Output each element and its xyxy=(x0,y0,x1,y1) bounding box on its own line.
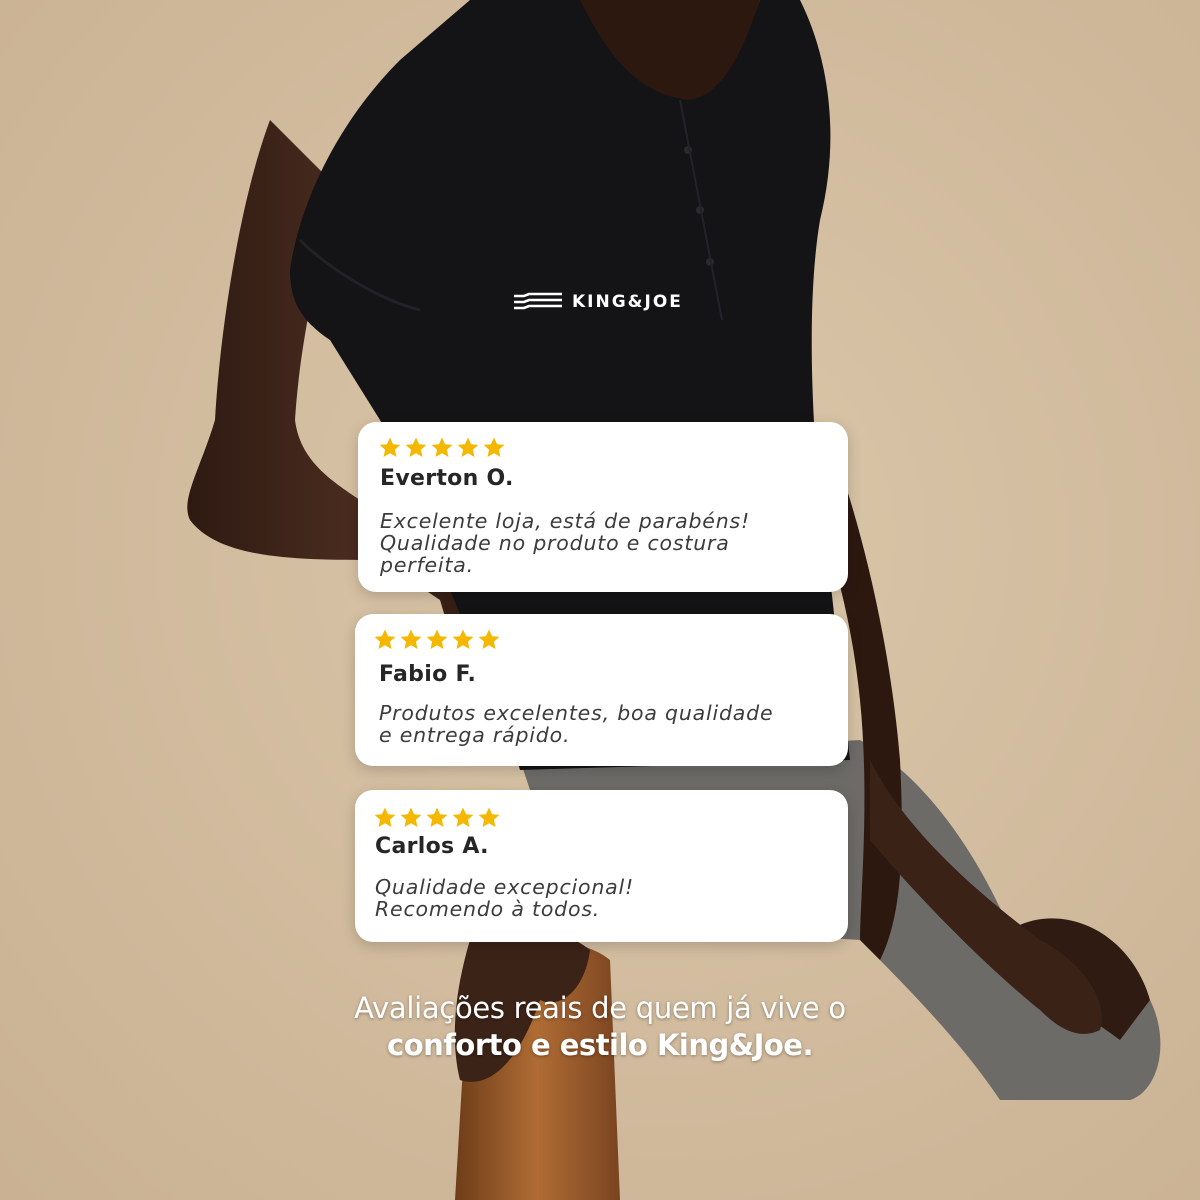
star-icon xyxy=(374,629,396,649)
star-rating xyxy=(378,436,506,460)
star-icon xyxy=(426,629,448,649)
star-icon xyxy=(374,807,396,827)
star-icon xyxy=(457,437,479,457)
star-icon xyxy=(431,437,453,457)
star-icon xyxy=(400,629,422,649)
star-icon xyxy=(478,629,500,649)
star-icon xyxy=(478,807,500,827)
star-icon xyxy=(379,437,401,457)
review-text: Produtos excelentes, boa qualidade e ent… xyxy=(379,701,774,747)
star-rating xyxy=(373,628,501,652)
review-card: Fabio F. Produtos excelentes, boa qualid… xyxy=(355,614,848,766)
review-card: Carlos A. Qualidade excepcional! Recomen… xyxy=(355,790,848,942)
star-icon xyxy=(405,437,427,457)
star-icon xyxy=(400,807,422,827)
tagline-line-1: Avaliações reais de quem já vive o xyxy=(354,991,846,1025)
review-card: Everton O. Excelente loja, está de parab… xyxy=(358,422,848,592)
waves-logo-icon xyxy=(514,292,562,310)
tagline: Avaliações reais de quem já vive o confo… xyxy=(0,990,1200,1064)
brand-logo-text: KING&JOE xyxy=(572,292,683,312)
star-icon xyxy=(452,807,474,827)
star-icon xyxy=(426,807,448,827)
reviewer-name: Fabio F. xyxy=(379,662,477,687)
star-rating xyxy=(373,806,501,830)
tagline-line-2: conforto e estilo King&Joe. xyxy=(387,1028,813,1062)
star-icon xyxy=(452,629,474,649)
review-text: Qualidade excepcional! Recomendo à todos… xyxy=(375,875,635,921)
brand-logo: KING&JOE xyxy=(512,288,683,316)
star-icon xyxy=(483,437,505,457)
reviewer-name: Everton O. xyxy=(380,466,514,491)
reviewer-name: Carlos A. xyxy=(375,834,489,859)
review-text: Excelente loja, está de parabéns! Qualid… xyxy=(380,509,750,577)
